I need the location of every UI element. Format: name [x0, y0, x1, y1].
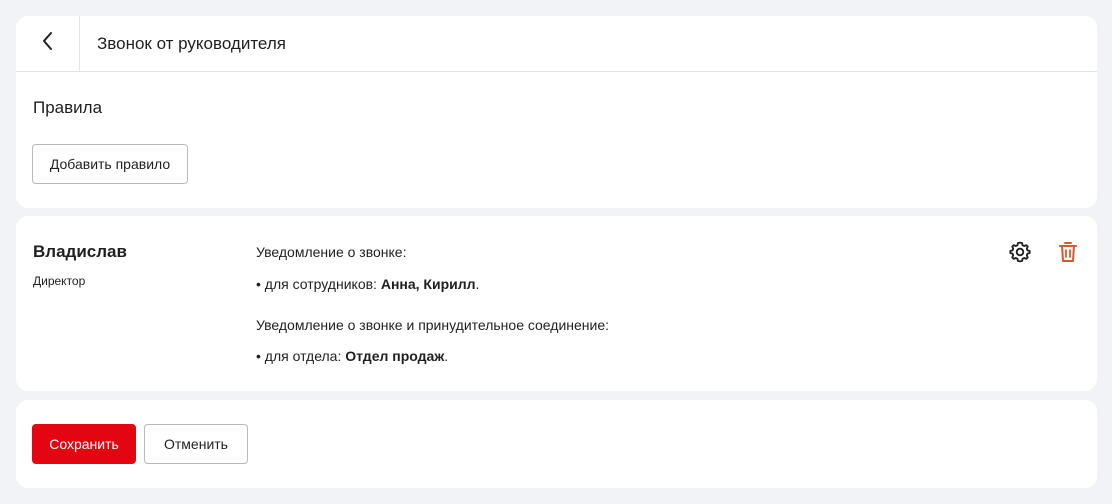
cancel-button[interactable]: Отменить [144, 424, 248, 464]
rule-card: Владислав Директор Уведомление о звонке:… [16, 216, 1097, 391]
rule-person-name: Владислав [33, 242, 127, 261]
rules-title: Правила [33, 98, 103, 117]
employees-prefix: • для сотрудников: [256, 276, 381, 292]
save-button[interactable]: Сохранить [32, 424, 136, 464]
trash-icon[interactable] [1056, 240, 1080, 264]
add-rule-button[interactable]: Добавить правило [32, 144, 188, 184]
department-value: Отдел продаж [345, 348, 445, 364]
chevron-left-icon [41, 31, 55, 56]
page-header: Звонок от руководителя [16, 16, 1097, 72]
department-suffix: . [444, 348, 449, 364]
rules-card: Звонок от руководителя Правила Добавить … [16, 16, 1097, 208]
actions-card: Сохранить Отменить [16, 400, 1097, 488]
rule-person-role: Директор [33, 274, 86, 288]
employees-line: • для сотрудников: Анна, Кирилл. [256, 276, 479, 292]
department-line: • для отдела: Отдел продаж. [256, 348, 448, 364]
call-notification-label: Уведомление о звонке: [256, 244, 407, 260]
employees-value: Анна, Кирилл [380, 276, 476, 292]
page-title: Звонок от руководителя [97, 34, 286, 53]
forced-connection-label: Уведомление о звонке и принудительное со… [256, 317, 610, 333]
gear-icon[interactable] [1008, 240, 1032, 264]
back-button[interactable] [16, 16, 80, 71]
employees-suffix: . [475, 276, 480, 292]
department-prefix: • для отдела: [256, 348, 346, 364]
